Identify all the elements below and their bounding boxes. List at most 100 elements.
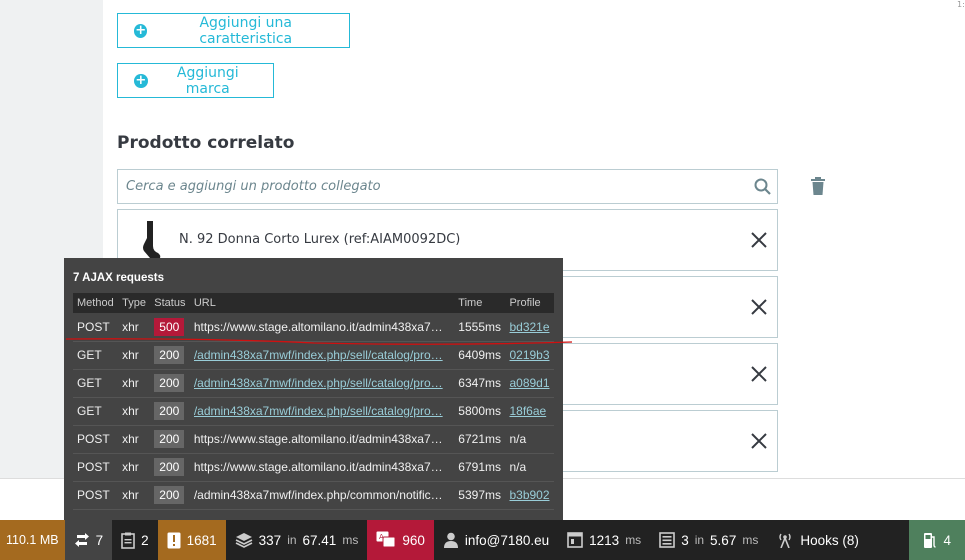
toolbar-memory[interactable]: 110.1 MB xyxy=(0,520,65,560)
request-url: https://www.stage.altomilano.it/admin438… xyxy=(193,432,443,446)
request-url-cell: https://www.stage.altomilano.it/admin438… xyxy=(189,453,455,482)
status-badge: 200 xyxy=(154,402,185,420)
request-time: 6791ms xyxy=(454,453,506,482)
request-profile: n/a xyxy=(505,425,554,454)
request-method: GET xyxy=(73,341,119,370)
table-row: POST xhr 200 https://www.stage.altomilan… xyxy=(73,425,554,454)
request-time: 5800ms xyxy=(454,397,506,426)
toolbar-hooks[interactable]: Hooks (8) xyxy=(767,520,868,560)
plus-circle-icon: + xyxy=(134,73,148,88)
request-type: xhr xyxy=(118,341,151,370)
table-row: GET xhr 200 /admin438xa7mwf/index.php/se… xyxy=(73,341,554,370)
request-url-link[interactable]: /admin438xa7mwf/index.php/sell/catalog/p… xyxy=(194,348,448,362)
request-profile-cell: a089d1 xyxy=(505,369,554,398)
request-time: 6409ms xyxy=(454,341,506,370)
ajax-requests-table: Method Type Status URL Time Profile POST… xyxy=(73,293,554,510)
request-url-cell: /admin438xa7mwf/index.php/sell/catalog/p… xyxy=(189,397,455,426)
clipboard-icon xyxy=(121,532,135,549)
close-icon[interactable] xyxy=(749,364,769,384)
request-type: xhr xyxy=(118,397,151,426)
database-layers-icon xyxy=(235,532,253,548)
request-method: POST xyxy=(73,453,119,482)
request-url-link[interactable]: /admin438xa7mwf/index.php/sell/catalog/p… xyxy=(194,404,448,418)
request-url: /admin438xa7mwf/index.php/common/notific… xyxy=(193,488,443,502)
add-brand-button[interactable]: + Aggiungi marca xyxy=(117,63,274,98)
request-profile-cell: b3b902 xyxy=(505,481,554,510)
toolbar-deprecations[interactable]: 1681 xyxy=(157,520,226,560)
request-status-cell: 500 xyxy=(150,313,190,342)
table-row: POST xhr 500 https://www.stage.altomilan… xyxy=(73,313,554,342)
request-url-link[interactable]: /admin438xa7mwf/index.php/sell/catalog/p… xyxy=(194,376,448,390)
add-brand-label: Aggiungi marca xyxy=(176,64,239,97)
col-url: URL xyxy=(189,293,455,313)
request-profile-cell: bd321e xyxy=(505,313,554,342)
refresh-icon xyxy=(74,532,90,548)
ajax-requests-panel: 7 AJAX requests Method Type Status URL T… xyxy=(64,258,563,520)
status-badge: 500 xyxy=(154,317,185,336)
table-row: GET xhr 200 /admin438xa7mwf/index.php/se… xyxy=(73,369,554,398)
toolbar-user[interactable]: info@7180.eu xyxy=(434,520,558,560)
db-in: in xyxy=(287,533,297,547)
request-time: 6347ms xyxy=(454,369,506,398)
ajax-count: 7 xyxy=(95,532,104,548)
time-value: 1213 xyxy=(589,532,620,548)
request-time: 1555ms xyxy=(454,313,506,342)
request-status-cell: 200 xyxy=(150,341,190,370)
related-product-title: Prodotto correlato xyxy=(117,133,295,153)
close-icon[interactable] xyxy=(749,230,769,250)
status-badge: 200 xyxy=(154,458,185,476)
profile-link[interactable]: b3b902 xyxy=(509,488,549,502)
col-method: Method xyxy=(73,293,119,313)
profile-link[interactable]: 0219b3 xyxy=(509,348,549,362)
related-search-box xyxy=(117,169,778,204)
sock-thumbnail xyxy=(136,220,162,262)
request-time: 6721ms xyxy=(454,425,506,454)
profile-link[interactable]: 18f6ae xyxy=(509,404,546,418)
profile-link[interactable]: bd321e xyxy=(509,320,549,334)
profile-link[interactable]: a089d1 xyxy=(509,376,549,390)
toolbar-database[interactable]: 337 in 67.41 ms xyxy=(226,520,368,560)
toolbar-cache[interactable]: 3 in 5.67 ms xyxy=(650,520,767,560)
request-url-cell: https://www.stage.altomilano.it/admin438… xyxy=(189,425,455,454)
related-product-name: N. 92 Donna Corto Lurex (ref:AIAM0092DC) xyxy=(179,232,461,247)
request-url-cell: /admin438xa7mwf/index.php/sell/catalog/p… xyxy=(189,369,455,398)
fuel-icon xyxy=(923,532,937,549)
toolbar-ajax[interactable]: 7 xyxy=(64,520,113,560)
search-icon[interactable] xyxy=(747,170,777,203)
request-url: https://www.stage.altomilano.it/admin438… xyxy=(193,460,443,474)
warning-icon xyxy=(167,532,181,549)
request-time: 5397ms xyxy=(454,481,506,510)
request-status-cell: 200 xyxy=(150,425,190,454)
db-time: 67.41 xyxy=(302,532,337,548)
request-type: xhr xyxy=(118,453,151,482)
related-search-input[interactable] xyxy=(126,179,747,194)
request-url: https://www.stage.altomilano.it/admin438… xyxy=(193,319,443,334)
col-type: Type xyxy=(118,293,151,313)
close-icon[interactable] xyxy=(749,431,769,451)
toolbar-time[interactable]: 1213 ms xyxy=(558,520,650,560)
status-badge: 200 xyxy=(154,374,185,392)
table-row: POST xhr 200 https://www.stage.altomilan… xyxy=(73,453,554,482)
request-status-cell: 200 xyxy=(150,481,190,510)
deprecations-count: 1681 xyxy=(186,532,217,548)
toolbar-status[interactable]: 4 xyxy=(909,520,965,560)
status-badge: 200 xyxy=(154,346,185,364)
ajax-table-header: Method Type Status URL Time Profile xyxy=(73,293,554,313)
toolbar-errors[interactable]: A 960 xyxy=(367,520,434,560)
db-unit: ms xyxy=(342,533,359,547)
close-icon[interactable] xyxy=(749,297,769,317)
trash-icon[interactable] xyxy=(810,177,826,195)
ajax-panel-title: 7 AJAX requests xyxy=(73,272,164,284)
hooks-label: Hooks (8) xyxy=(800,532,859,548)
status-badge: 200 xyxy=(154,430,185,448)
add-feature-button[interactable]: + Aggiungi una caratteristica xyxy=(117,13,350,48)
col-profile: Profile xyxy=(505,293,554,313)
request-method: POST xyxy=(73,313,119,342)
corner-fragment: 1: xyxy=(957,0,965,9)
toolbar-logs[interactable]: 2 xyxy=(112,520,158,560)
request-method: POST xyxy=(73,425,119,454)
request-status-cell: 200 xyxy=(150,369,190,398)
svg-text:A: A xyxy=(379,533,384,541)
status-count: 4 xyxy=(943,532,951,548)
request-url-cell: /admin438xa7mwf/index.php/common/notific… xyxy=(189,481,455,510)
